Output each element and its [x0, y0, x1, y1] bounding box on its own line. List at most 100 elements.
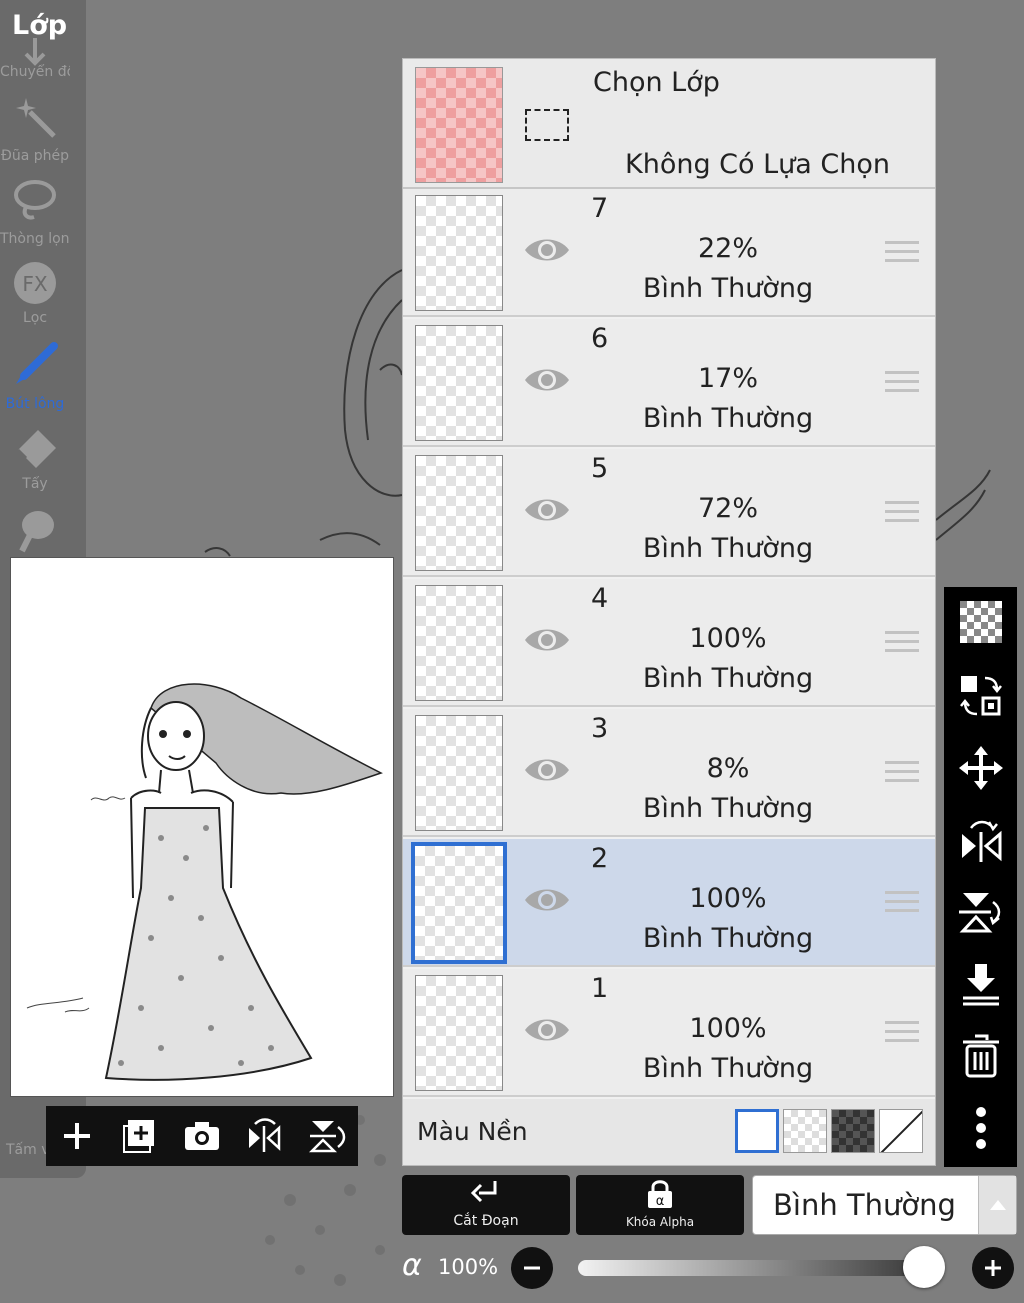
- bg-transparent-swatch[interactable]: [783, 1109, 827, 1153]
- layer-thumbnail: [415, 715, 503, 831]
- canvas-preview: [10, 557, 394, 1097]
- layer-row[interactable]: 7 22% Bình Thường: [403, 189, 935, 317]
- clipping-button[interactable]: Cắt Đoạn: [402, 1175, 570, 1235]
- checker-icon: [960, 601, 1002, 643]
- eye-icon[interactable]: [523, 493, 571, 527]
- eye-icon[interactable]: [523, 1013, 571, 1047]
- lock-icon: α: [648, 1180, 672, 1209]
- drag-handle-icon[interactable]: [885, 761, 919, 785]
- layer-number: 2: [591, 843, 609, 874]
- plus-icon: [985, 1260, 1001, 1276]
- add-layer-copy-button[interactable]: [118, 1114, 162, 1158]
- merge-down-icon: [963, 964, 999, 1006]
- layer-number: 7: [591, 193, 609, 224]
- bg-white-swatch[interactable]: [735, 1109, 779, 1153]
- layer-blend-mode: Bình Thường: [642, 663, 814, 694]
- clipping-arrow-icon: [471, 1181, 497, 1203]
- alpha-lock-label: Khóa Alpha: [625, 1215, 695, 1229]
- layers-panel: Chọn Lớp Không Có Lựa Chọn 7 22% Bình Th…: [402, 58, 936, 1166]
- merge-down-button[interactable]: [956, 959, 1006, 1009]
- layer-row-selected[interactable]: 2 100% Bình Thường: [403, 839, 935, 967]
- drag-handle-icon[interactable]: [885, 1021, 919, 1045]
- layer-actions-toolbar: [944, 587, 1017, 1167]
- checker-button[interactable]: [956, 597, 1006, 647]
- flip-vertical-button[interactable]: [956, 887, 1006, 937]
- tool-eraser[interactable]: Tẩy: [0, 424, 86, 504]
- selection-layer-row[interactable]: Chọn Lớp Không Có Lựa Chọn: [403, 59, 935, 189]
- bg-dark-checker-swatch[interactable]: [831, 1109, 875, 1153]
- layer-row[interactable]: 3 8% Bình Thường: [403, 709, 935, 837]
- magic-wand-icon: [16, 98, 56, 138]
- eye-icon[interactable]: [523, 623, 571, 657]
- layer-number: 6: [591, 323, 609, 354]
- lasso-icon: [14, 180, 56, 220]
- layer-row[interactable]: 5 72% Bình Thường: [403, 449, 935, 577]
- layer-blend-mode: Bình Thường: [642, 793, 814, 824]
- opacity-slider-knob[interactable]: [903, 1246, 945, 1288]
- alpha-lock-button[interactable]: α Khóa Alpha: [576, 1175, 744, 1235]
- drag-handle-icon[interactable]: [885, 631, 919, 655]
- layer-number: 5: [591, 453, 609, 484]
- eraser-icon: [16, 430, 56, 468]
- layer-opacity: 72%: [697, 493, 758, 524]
- opacity-value: 100%: [438, 1255, 499, 1279]
- background-color-label: Màu Nền: [417, 1117, 528, 1146]
- camera-button[interactable]: [180, 1114, 224, 1158]
- camera-icon: [184, 1122, 219, 1150]
- dropdown-arrow-icon: [978, 1176, 1016, 1234]
- background-color-row: Màu Nền: [403, 1099, 935, 1165]
- drag-handle-icon[interactable]: [885, 241, 919, 265]
- bg-none-swatch[interactable]: [879, 1109, 923, 1153]
- layer-row[interactable]: 1 100% Bình Thường: [403, 969, 935, 1097]
- eye-icon[interactable]: [523, 883, 571, 917]
- flip-vertical-icon: [308, 1121, 345, 1153]
- flip-horizontal-button[interactable]: [956, 815, 1006, 865]
- tool-lasso[interactable]: Thòng lọng: [0, 175, 86, 255]
- layer-opacity: 8%: [706, 753, 750, 784]
- layer-number: 4: [591, 583, 609, 614]
- add-layer-button[interactable]: [55, 1114, 99, 1158]
- swap-layers-button[interactable]: [956, 671, 1006, 721]
- selection-marquee-icon: [525, 109, 569, 141]
- layer-blend-mode: Bình Thường: [642, 403, 814, 434]
- opacity-increase-button[interactable]: [972, 1247, 1014, 1289]
- more-icon: [976, 1107, 986, 1149]
- smudge-icon: [19, 511, 54, 553]
- layer-row[interactable]: 4 100% Bình Thường: [403, 579, 935, 707]
- eye-icon[interactable]: [523, 753, 571, 787]
- tool-label: Đũa phép: [0, 148, 69, 164]
- eye-icon[interactable]: [523, 363, 571, 397]
- move-button[interactable]: [956, 743, 1006, 793]
- drag-handle-icon[interactable]: [885, 371, 919, 395]
- layer-thumbnail: [415, 975, 503, 1091]
- tool-label: Thòng lọng: [0, 231, 70, 247]
- flip-vertical-button[interactable]: [305, 1114, 349, 1158]
- clipping-label: Cắt Đoạn: [453, 1213, 519, 1229]
- blend-mode-value: Bình Thường: [773, 1188, 956, 1222]
- layer-row[interactable]: 6 17% Bình Thường: [403, 319, 935, 447]
- tool-label: Bút lông: [5, 396, 65, 412]
- move-icon: [959, 746, 1003, 790]
- layer-thumbnail: [411, 842, 507, 964]
- layer-opacity: 100%: [689, 623, 767, 654]
- selection-status: Không Có Lựa Chọn: [625, 149, 891, 180]
- opacity-slider[interactable]: [578, 1260, 934, 1276]
- minus-icon: [524, 1266, 540, 1270]
- layer-thumbnail: [415, 325, 503, 441]
- blend-mode-select[interactable]: Bình Thường: [752, 1175, 1017, 1235]
- eye-icon[interactable]: [523, 233, 571, 267]
- add-square-icon: [122, 1120, 154, 1153]
- tool-brush[interactable]: Bút lông: [0, 340, 86, 420]
- drag-handle-icon[interactable]: [885, 501, 919, 525]
- flip-horizontal-button[interactable]: [242, 1114, 286, 1158]
- layer-thumbnail: [415, 585, 503, 701]
- preview-toolbar: [46, 1106, 358, 1166]
- tool-magic-wand[interactable]: Đũa phép: [0, 92, 86, 172]
- delete-layer-button[interactable]: [956, 1031, 1006, 1081]
- more-button[interactable]: [956, 1103, 1006, 1153]
- tool-filter[interactable]: FX Lọc: [0, 258, 86, 338]
- layer-thumbnail: [415, 195, 503, 311]
- opacity-decrease-button[interactable]: [511, 1247, 553, 1289]
- drag-handle-icon[interactable]: [885, 891, 919, 915]
- swap-layers-icon: [960, 676, 1002, 716]
